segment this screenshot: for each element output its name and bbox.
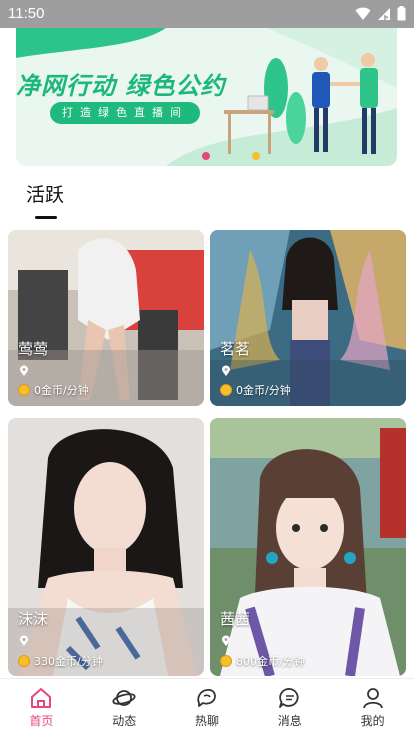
- promo-banner[interactable]: 净网行动 绿色公约 打造绿色直播间: [16, 28, 397, 166]
- card-name: 茜茜: [220, 610, 251, 628]
- tab-label: 热聊: [194, 714, 219, 728]
- card-price: 0金币/分钟: [18, 382, 89, 398]
- status-time: 11:50: [8, 5, 45, 22]
- user-card[interactable]: 茜茜 800金币/分钟: [210, 418, 406, 676]
- tab-profile[interactable]: 我的: [331, 679, 414, 736]
- card-price-text: 800金币/分钟: [236, 655, 305, 668]
- coin-icon: [220, 384, 232, 396]
- tab-hot-chat[interactable]: 热聊: [166, 679, 249, 736]
- signal-icon: [378, 7, 390, 20]
- user-card[interactable]: 莺莺 0金币/分钟: [8, 230, 204, 406]
- card-price: 0金币/分钟: [220, 382, 291, 398]
- user-photo: [8, 230, 204, 406]
- battery-icon: [397, 6, 406, 21]
- section-underline: [35, 216, 57, 219]
- tab-label: 消息: [277, 714, 302, 728]
- tab-messages[interactable]: 消息: [248, 679, 331, 736]
- coin-icon: [18, 384, 30, 396]
- card-name: 沫沫: [18, 610, 49, 628]
- tab-home[interactable]: 首页: [0, 679, 83, 736]
- location-icon: [20, 635, 28, 646]
- planet-icon: [112, 690, 136, 706]
- card-name: 莺莺: [18, 340, 49, 358]
- user-photo: [210, 230, 406, 406]
- bottom-tab-bar: 首页 动态 热聊 消息 我的: [0, 678, 414, 736]
- coin-icon: [18, 655, 30, 667]
- banner-title: 净网行动 绿色公约: [16, 72, 226, 100]
- person-icon: [362, 688, 383, 709]
- card-name: 茗茗: [220, 340, 251, 358]
- card-price-text: 330金币/分钟: [34, 655, 103, 668]
- banner-subtitle: 打造绿色直播间: [50, 102, 200, 124]
- tab-label: 动态: [112, 714, 137, 728]
- card-price: 330金币/分钟: [18, 653, 103, 669]
- chat-bubbles-icon: [197, 689, 216, 707]
- user-photo: [210, 418, 406, 676]
- status-icons: [355, 6, 406, 21]
- status-bar: 11:50: [0, 0, 414, 28]
- wifi-icon: [355, 7, 371, 20]
- tab-label: 首页: [29, 714, 54, 728]
- card-price-text: 0金币/分钟: [34, 384, 89, 397]
- coin-icon: [220, 655, 232, 667]
- location-icon: [222, 365, 230, 376]
- tab-moments[interactable]: 动态: [83, 679, 166, 736]
- location-icon: [20, 365, 28, 376]
- card-price: 800金币/分钟: [220, 653, 305, 669]
- location-icon: [222, 635, 230, 646]
- home-icon: [31, 688, 52, 708]
- user-card[interactable]: 茗茗 0金币/分钟: [210, 230, 406, 406]
- user-photo: [8, 418, 204, 676]
- section-title[interactable]: 活跃: [26, 180, 64, 207]
- card-price-text: 0金币/分钟: [236, 384, 291, 397]
- message-icon: [278, 688, 299, 708]
- user-card[interactable]: 沫沫 330金币/分钟: [8, 418, 204, 676]
- tab-label: 我的: [360, 714, 385, 728]
